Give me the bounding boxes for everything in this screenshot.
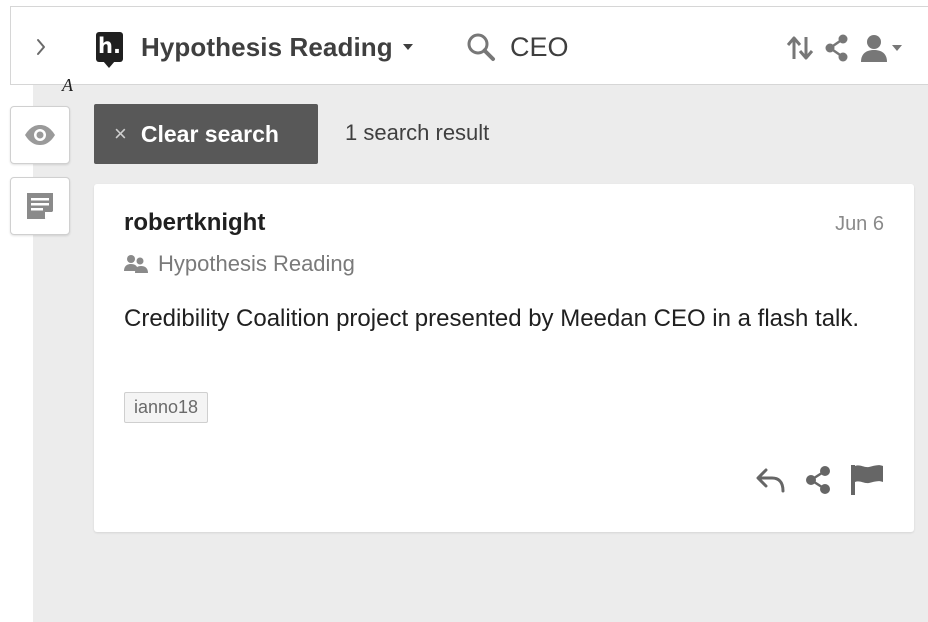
sort-button[interactable] (786, 33, 814, 63)
sidebar-toggle-button[interactable] (29, 33, 53, 61)
close-icon: × (114, 121, 127, 146)
annotation-body: Credibility Coalition project presented … (124, 305, 860, 332)
share-icon (806, 466, 830, 494)
topbar-actions (786, 31, 902, 65)
page-notes-button[interactable] (10, 177, 70, 235)
sort-icon (786, 36, 814, 60)
annotation-timestamp[interactable]: Jun 6 (835, 213, 884, 236)
annotation-group[interactable]: Hypothesis Reading (124, 251, 355, 277)
chevron-right-icon (37, 39, 45, 55)
eye-icon (25, 125, 55, 145)
annotation-actions (756, 462, 884, 498)
annotation-card[interactable]: robertknight Jun 6 Hypothesis Reading Cr… (94, 184, 914, 532)
share-annotation-button[interactable] (804, 465, 832, 495)
caret-down-icon (892, 45, 902, 51)
user-menu[interactable] (860, 33, 902, 63)
annotation-author[interactable]: robertknight (124, 209, 265, 237)
top-bar: h. Hypothesis Reading (10, 6, 928, 85)
user-icon (861, 35, 887, 62)
share-page-button[interactable] (824, 33, 850, 63)
clear-search-label: Clear search (140, 120, 279, 147)
share-icon (825, 34, 848, 62)
search-input[interactable] (510, 31, 690, 63)
group-name: Hypothesis Reading (141, 31, 393, 62)
search-result-count: 1 search result (345, 120, 490, 145)
annotation-tag[interactable]: ianno18 (124, 392, 209, 423)
page-notes-icon (27, 193, 53, 219)
flag-button[interactable] (850, 464, 884, 496)
caret-down-icon (402, 44, 413, 50)
reply-icon (756, 468, 785, 493)
annotation-group-name: Hypothesis Reading (158, 251, 355, 276)
host-page-strip (0, 0, 33, 622)
annotation-client: A h. Hypothesis Reading CEO × Clear sear… (0, 0, 928, 622)
flag-icon (851, 465, 883, 495)
reply-button[interactable] (756, 467, 786, 493)
search-icon[interactable] (466, 32, 496, 62)
host-page-text: A (62, 75, 73, 95)
group-icon (124, 255, 148, 273)
toggle-highlights-button[interactable] (10, 106, 70, 164)
hypothesis-logo: h. (96, 32, 123, 68)
group-selector[interactable]: h. Hypothesis Reading (96, 31, 413, 68)
clear-search-button[interactable]: × Clear search (94, 104, 318, 164)
search-box (466, 27, 690, 67)
